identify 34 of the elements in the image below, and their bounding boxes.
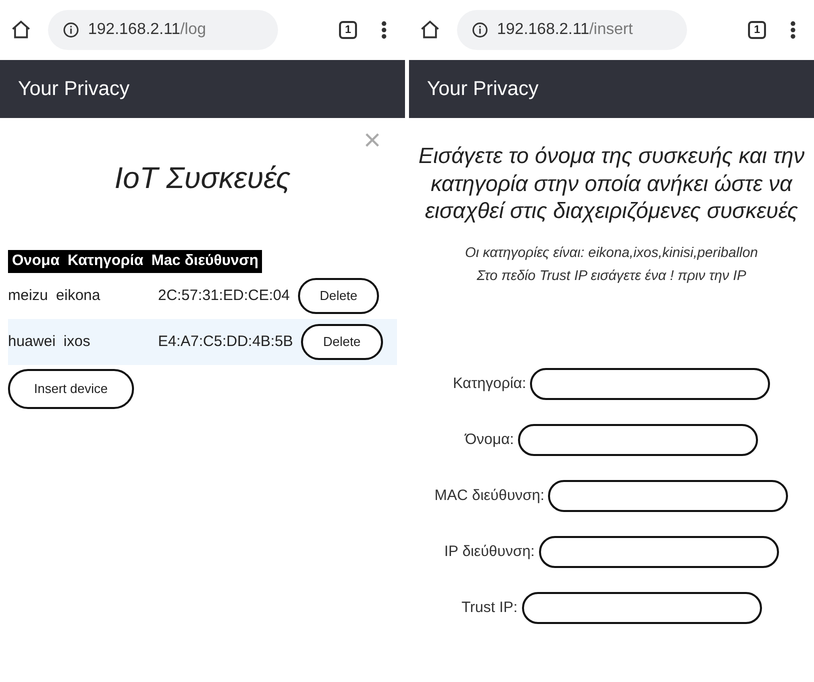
- field-label: IP διεύθυνση:: [444, 542, 535, 562]
- input-field[interactable]: [530, 368, 770, 400]
- field-label: Trust IP:: [461, 598, 518, 618]
- delete-button[interactable]: Delete: [298, 278, 380, 314]
- field-label: MAC διεύθυνση:: [434, 486, 544, 506]
- table-cell-text: 2C:57:31:ED:CE:04: [158, 286, 290, 306]
- address-bar[interactable]: 192.168.2.11/insert: [457, 10, 687, 50]
- instruction-heading: Εισάγετε το όνομα της συσκευής και την κατηγορία στην οποία ανήκει ώστε να εισαχθεί στις διαχειριζόμενες συσκευές: [418, 142, 806, 224]
- home-icon[interactable]: [419, 19, 441, 41]
- input-field[interactable]: [522, 592, 762, 624]
- info-icon[interactable]: [471, 21, 489, 39]
- navbar-brand-text[interactable]: Your Privacy: [427, 74, 539, 104]
- delete-button[interactable]: Delete: [301, 324, 383, 360]
- navbar-brand-text[interactable]: Your Privacy: [18, 74, 130, 104]
- address-bar[interactable]: 192.168.2.11/log: [48, 10, 278, 50]
- table-cell: eikona: [56, 286, 100, 304]
- field-label: Όνομα:: [465, 430, 514, 450]
- input-field[interactable]: [548, 480, 788, 512]
- input-field[interactable]: [518, 424, 758, 456]
- table-header: Ονομα Κατηγορία Mac διεύθυνση: [8, 250, 262, 272]
- info-icon[interactable]: [62, 21, 80, 39]
- table-cell-text: E4:A7:C5:DD:4B:5B: [158, 332, 294, 352]
- table-cell: huawei: [8, 332, 56, 350]
- insert-device-button[interactable]: Insert device: [8, 369, 134, 408]
- page-title: IoT Συσκευές: [114, 162, 290, 195]
- table-cell: ixos: [64, 332, 90, 350]
- instruction-note: Οι κατηγορίες είναι: eikona,ixos,kinisi,periballon: [464, 242, 759, 262]
- field-label: Κατηγορία:: [452, 374, 526, 394]
- tab-count-button[interactable]: 1: [339, 21, 357, 39]
- tab-count-button[interactable]: 1: [748, 21, 766, 39]
- table-cell: meizu: [8, 286, 48, 304]
- instruction-note: Στο πεδίο Trust IP εισάγετε ένα ! πριν την IP: [476, 266, 748, 286]
- input-field[interactable]: [538, 536, 779, 568]
- home-icon[interactable]: [10, 19, 32, 41]
